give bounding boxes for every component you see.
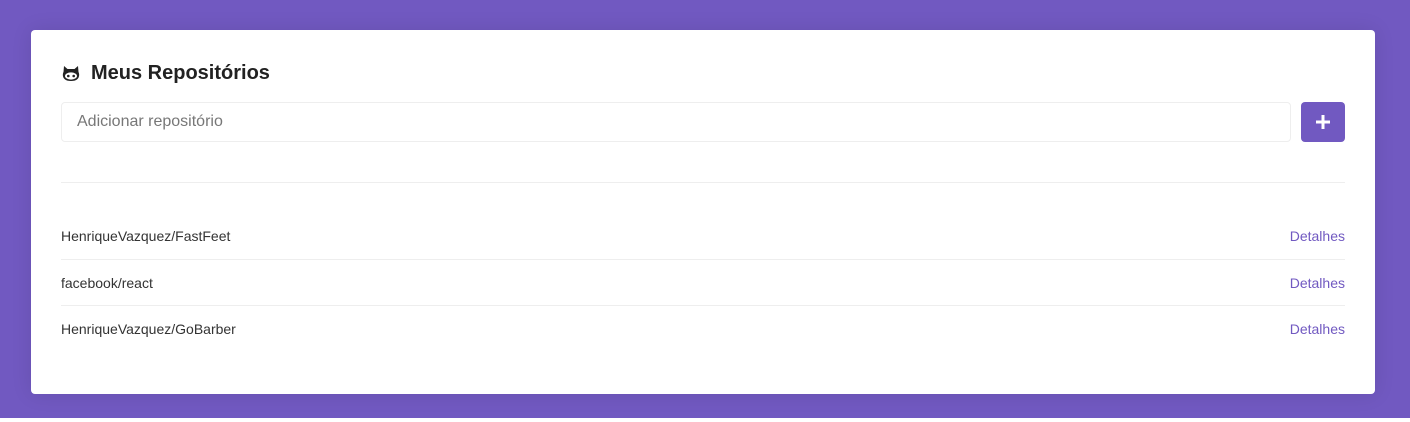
add-repository-form — [61, 102, 1345, 142]
details-link[interactable]: Detalhes — [1290, 321, 1345, 337]
repository-list: HenriqueVazquez/FastFeet Detalhes facebo… — [61, 213, 1345, 351]
details-link[interactable]: Detalhes — [1290, 275, 1345, 291]
add-repository-input[interactable] — [61, 102, 1291, 142]
list-item: facebook/react Detalhes — [61, 259, 1345, 305]
add-repository-button[interactable] — [1301, 102, 1345, 142]
page-title: Meus Repositórios — [91, 61, 270, 84]
github-icon — [61, 63, 81, 83]
list-item: HenriqueVazquez/FastFeet Detalhes — [61, 213, 1345, 259]
repositories-card: Meus Repositórios HenriqueVazquez/FastFe… — [31, 30, 1375, 394]
repository-name: HenriqueVazquez/FastFeet — [61, 228, 231, 244]
list-item: HenriqueVazquez/GoBarber Detalhes — [61, 305, 1345, 351]
repository-name: HenriqueVazquez/GoBarber — [61, 320, 236, 337]
plus-icon — [1316, 115, 1330, 129]
divider — [61, 182, 1345, 183]
page-header: Meus Repositórios — [61, 61, 1345, 85]
repository-name: facebook/react — [61, 274, 153, 291]
details-link[interactable]: Detalhes — [1290, 228, 1345, 244]
